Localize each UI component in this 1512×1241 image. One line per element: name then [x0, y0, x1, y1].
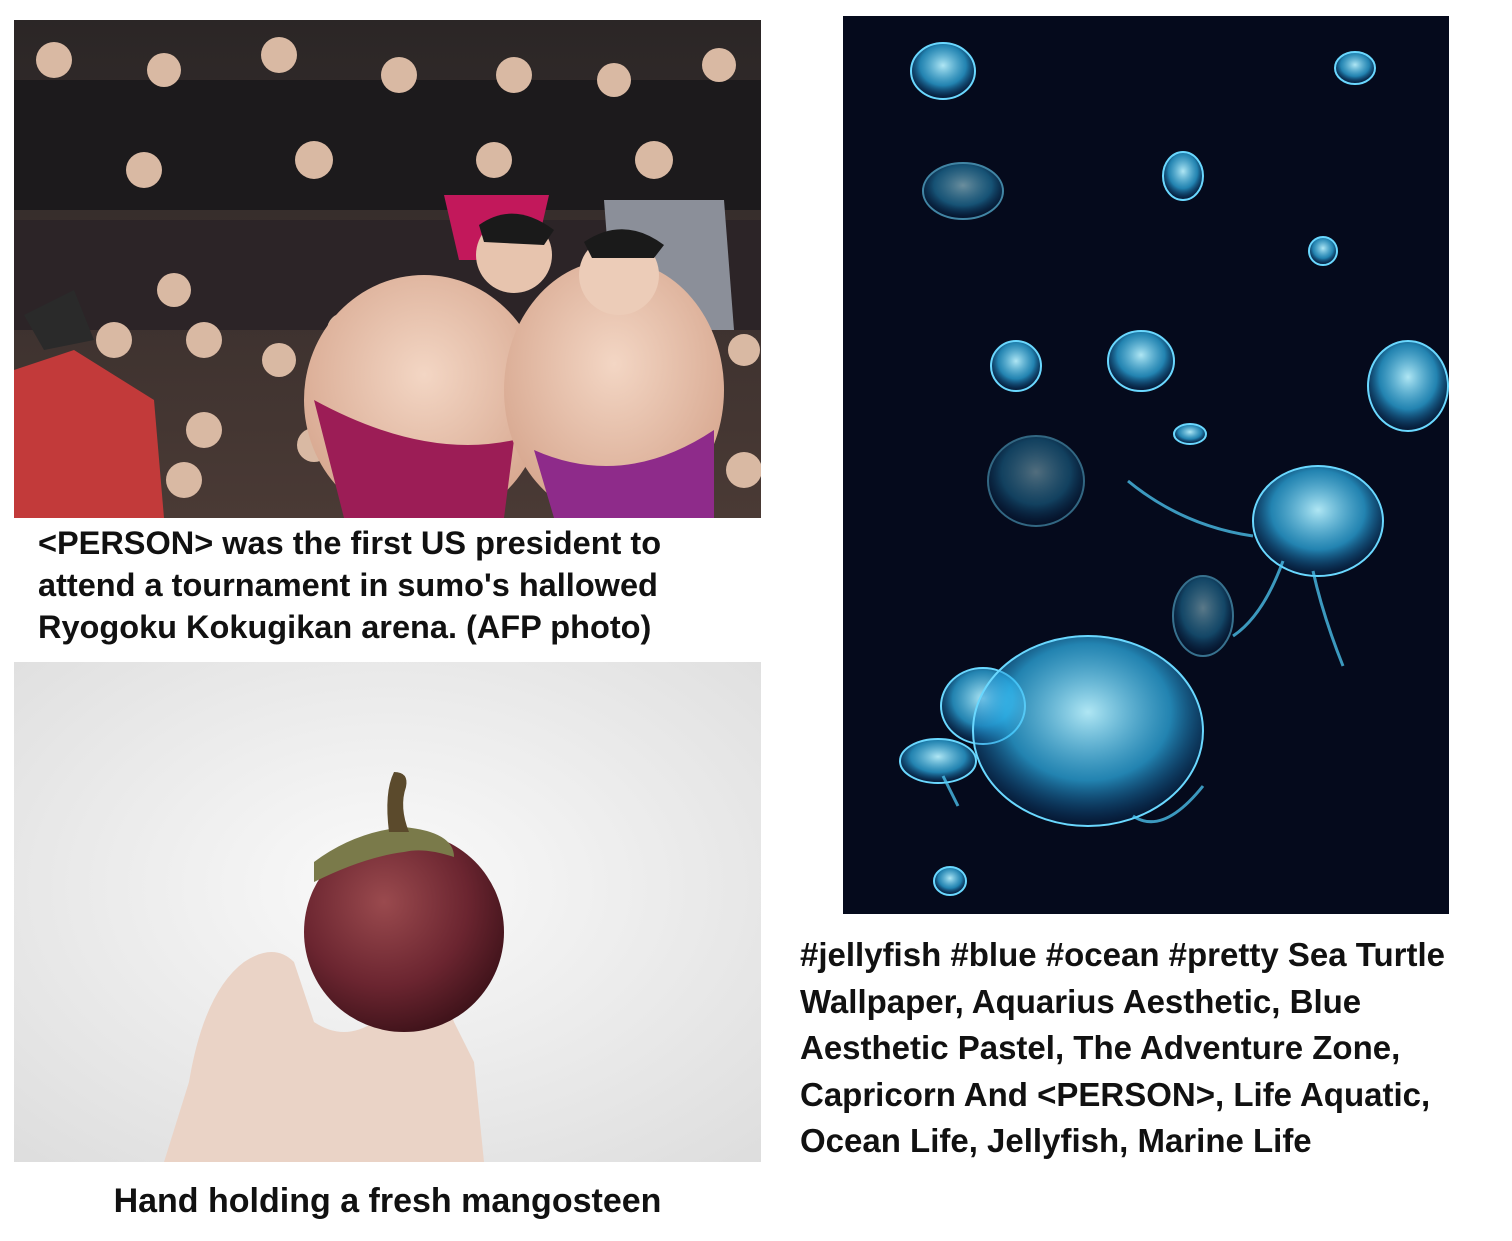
- mangosteen-caption: Hand holding a fresh mangosteen: [113, 1182, 662, 1220]
- sumo-photo: [14, 20, 761, 518]
- jellyfish-caption: #jellyfish #blue #ocean #pretty Sea Turt…: [800, 936, 1445, 1159]
- jellyfish-illustration: [843, 16, 1449, 914]
- mangosteen-illustration: [14, 662, 761, 1162]
- sumo-caption: <PERSON> was the first US president to a…: [38, 525, 662, 645]
- jellyfish-photo: [843, 16, 1449, 914]
- sumo-illustration: [14, 20, 761, 518]
- mangosteen-photo: [14, 662, 761, 1162]
